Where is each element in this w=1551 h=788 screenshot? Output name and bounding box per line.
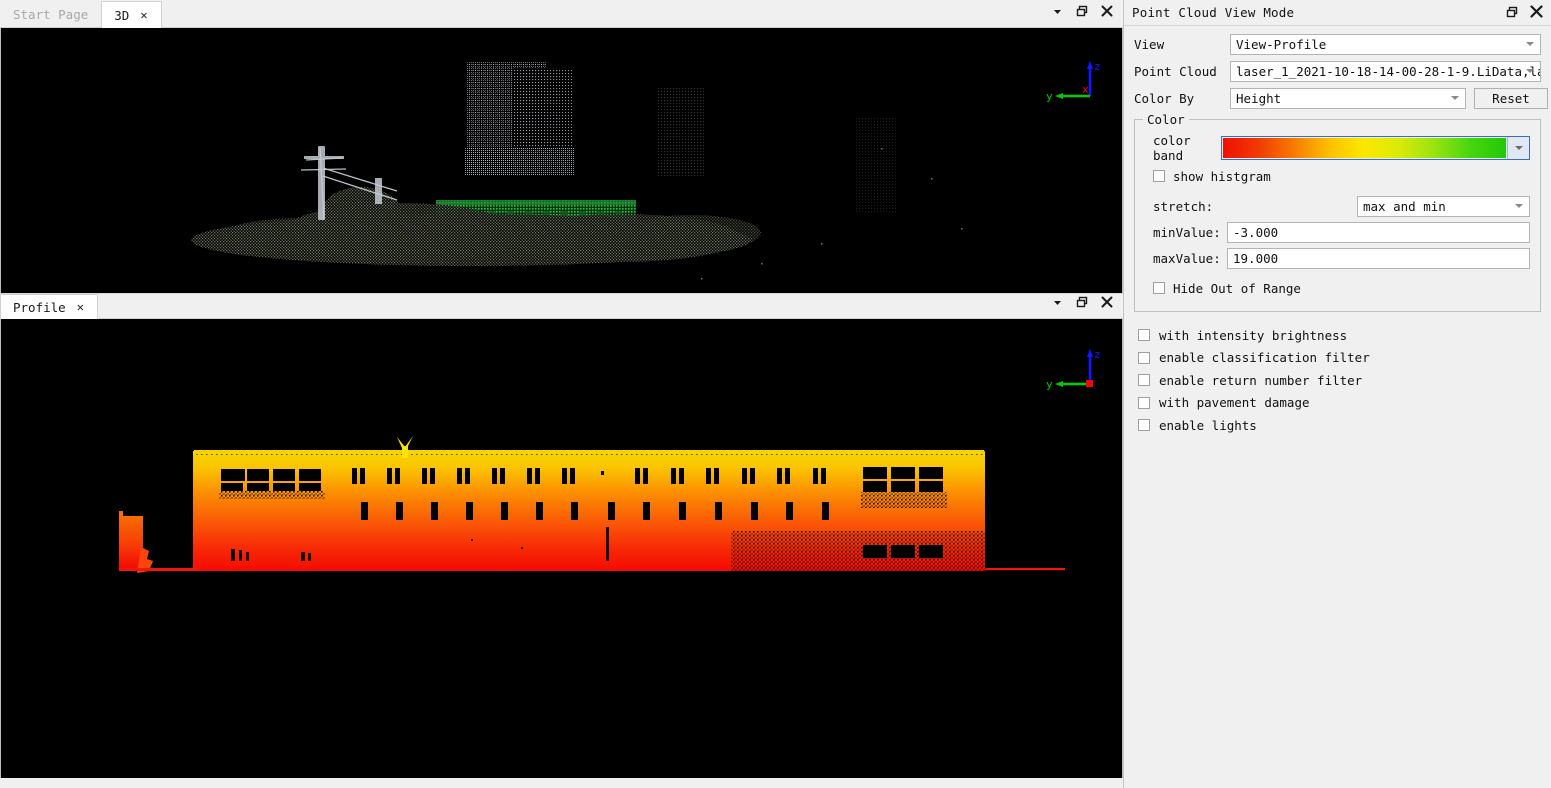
min-value-text: -3.000: [1233, 224, 1279, 240]
chevron-down-icon[interactable]: [1052, 295, 1063, 311]
tab-bar-tools: [1052, 0, 1123, 27]
option-label: with intensity brightness: [1159, 327, 1348, 343]
chevron-down-icon: [1526, 42, 1534, 46]
3d-point-cloud-viewport[interactable]: z y x: [0, 28, 1123, 293]
tab-start-page[interactable]: Start Page: [0, 0, 101, 27]
svg-text:z: z: [1094, 348, 1101, 361]
svg-text:y: y: [1046, 378, 1053, 391]
color-by-select-value: Height: [1236, 90, 1282, 106]
reset-button[interactable]: Reset: [1474, 87, 1548, 109]
panel-title-tools: [1506, 4, 1543, 21]
hide-out-of-range-label: Hide Out of Range: [1173, 280, 1301, 296]
close-icon[interactable]: [1101, 4, 1113, 20]
checkbox-box: [1138, 374, 1150, 387]
color-group: Color color band show histgram stretch: …: [1134, 112, 1541, 312]
view-select[interactable]: View-Profile: [1230, 33, 1541, 55]
show-histgram-label: show histgram: [1173, 168, 1271, 184]
panel-body: View View-Profile Point Cloud laser_1_20…: [1124, 26, 1551, 437]
option-label: enable return number filter: [1159, 372, 1363, 388]
close-icon[interactable]: ✕: [76, 301, 85, 313]
profile-tools: [1052, 291, 1123, 318]
stretch-label: stretch:: [1153, 198, 1214, 214]
page-title: Point Cloud View Mode: [1132, 5, 1295, 20]
checkbox-box: [1138, 419, 1150, 432]
max-value-text: 19.000: [1233, 250, 1279, 266]
stretch-select[interactable]: max and min: [1357, 195, 1530, 217]
checkbox-box: [1138, 329, 1150, 342]
restore-icon[interactable]: [1076, 4, 1088, 20]
application-window: Start Page 3D ✕ z y x Profile ✕ z y Poin…: [0, 0, 1551, 788]
tab-profile[interactable]: Profile ✕: [0, 294, 98, 319]
tab-label: Profile: [13, 299, 66, 315]
close-icon[interactable]: [1101, 295, 1113, 311]
option-enable-lights[interactable]: enable lights: [1138, 414, 1541, 437]
point-cloud-select[interactable]: laser_1_2021-10-18-14-00-28-1-9.LiData,l…: [1230, 60, 1541, 82]
option-label: enable lights: [1159, 417, 1257, 433]
point-cloud-select-value: laser_1_2021-10-18-14-00-28-1-9.LiData,l…: [1236, 63, 1540, 79]
min-value-label: minValue:: [1153, 224, 1221, 240]
left-dock-area: Start Page 3D ✕ z y x Profile ✕ z y: [0, 0, 1123, 788]
color-band-gradient: [1223, 138, 1506, 158]
document-tab-bar: Start Page 3D ✕: [0, 0, 1123, 28]
color-band-row: color band: [1145, 133, 1530, 163]
color-by-select[interactable]: Height: [1230, 87, 1466, 109]
svg-text:x: x: [1082, 83, 1089, 96]
point-cloud-row: Point Cloud laser_1_2021-10-18-14-00-28-…: [1134, 59, 1541, 83]
point-cloud-label: Point Cloud: [1134, 63, 1217, 79]
checkbox-box: [1138, 351, 1150, 364]
option-label: enable classification filter: [1159, 350, 1370, 366]
view-label: View: [1134, 36, 1165, 52]
view-select-value: View-Profile: [1236, 36, 1327, 52]
chevron-down-icon: [1451, 96, 1459, 100]
panel-title-bar: Point Cloud View Mode: [1124, 0, 1551, 26]
stretch-row: stretch: max and min: [1145, 193, 1530, 219]
checkbox-box: [1153, 170, 1165, 182]
option-label: with pavement damage: [1159, 395, 1310, 411]
max-value-input[interactable]: 19.000: [1227, 247, 1530, 269]
show-histgram-checkbox[interactable]: show histgram: [1145, 165, 1530, 187]
hide-out-of-range-checkbox[interactable]: Hide Out of Range: [1145, 277, 1530, 299]
chevron-down-icon: [1526, 69, 1534, 73]
tab-3d[interactable]: 3D ✕: [101, 1, 162, 28]
max-value-label: maxValue:: [1153, 250, 1221, 266]
min-value-input[interactable]: -3.000: [1227, 221, 1530, 243]
color-band-picker[interactable]: [1221, 136, 1530, 160]
option-enable-classification-filter[interactable]: enable classification filter: [1138, 347, 1541, 370]
svg-text:y: y: [1046, 90, 1053, 103]
color-band-dropdown-button[interactable]: [1507, 137, 1529, 159]
profile-viewport[interactable]: z y: [0, 319, 1123, 778]
close-icon[interactable]: [1530, 4, 1543, 21]
restore-icon[interactable]: [1506, 5, 1518, 21]
option-with-intensity-brightness[interactable]: with intensity brightness: [1138, 324, 1541, 347]
color-group-title: Color: [1143, 112, 1189, 127]
checkbox-box: [1138, 396, 1150, 409]
view-row: View View-Profile: [1134, 32, 1541, 56]
restore-icon[interactable]: [1076, 295, 1088, 311]
tab-label: 3D: [114, 7, 130, 23]
point-cloud-view-mode-panel: Point Cloud View Mode View View-Profile …: [1123, 0, 1551, 788]
chevron-down-icon: [1514, 146, 1523, 150]
option-with-pavement-damage[interactable]: with pavement damage: [1138, 392, 1541, 415]
chevron-down-icon: [1515, 204, 1523, 208]
options-list: with intensity brightness enable classif…: [1134, 312, 1541, 437]
color-by-row: Color By Height Reset: [1134, 86, 1548, 110]
color-by-label: Color By: [1134, 90, 1195, 106]
option-enable-return-number-filter[interactable]: enable return number filter: [1138, 369, 1541, 392]
chevron-down-icon[interactable]: [1052, 4, 1063, 20]
stretch-select-value: max and min: [1363, 198, 1446, 214]
min-value-row: minValue: -3.000: [1145, 219, 1530, 245]
svg-text:z: z: [1094, 60, 1101, 73]
axis-gizmo-profile: z y: [1046, 344, 1108, 396]
checkbox-box: [1153, 282, 1165, 294]
max-value-row: maxValue: 19.000: [1145, 245, 1530, 271]
profile-panel-tab-bar: Profile ✕: [0, 293, 1123, 319]
color-band-label: color band: [1153, 133, 1191, 163]
tab-label: Start Page: [13, 6, 89, 22]
axis-gizmo-3d: z y x: [1046, 56, 1108, 108]
close-icon[interactable]: ✕: [139, 9, 148, 21]
